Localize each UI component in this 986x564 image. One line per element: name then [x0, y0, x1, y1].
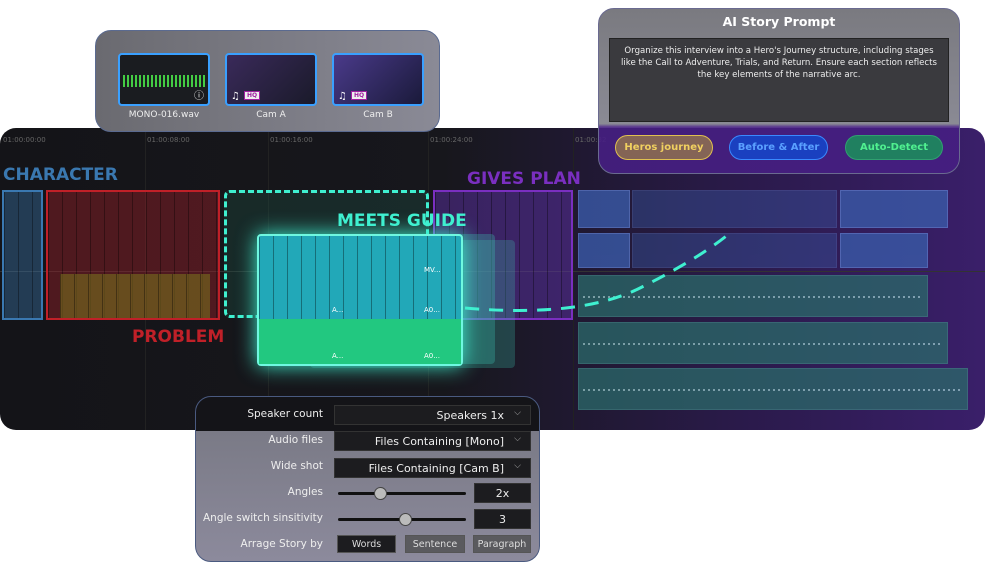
chevron-down-icon: ⌵: [514, 434, 521, 444]
select-value: Files Containing [Cam B]: [368, 462, 504, 475]
prompt-textarea[interactable]: Organize this interview into a Hero's Jo…: [609, 38, 949, 122]
auto-detect-button[interactable]: Auto-Detect: [845, 135, 943, 160]
arrange-words-button[interactable]: Words: [337, 535, 396, 553]
media-name: MONO-016.wav: [128, 110, 200, 120]
speaker-count-label: Speaker count: [247, 408, 323, 420]
music-note-icon: ♫: [338, 91, 347, 102]
segment-label-character: CHARACTER: [3, 165, 118, 185]
clip-label: A...: [332, 306, 344, 314]
arrange-sentence-button[interactable]: Sentence: [405, 535, 465, 553]
media-name: Cam B: [363, 110, 393, 120]
drag-path: [464, 231, 731, 312]
video-clip[interactable]: [840, 190, 948, 228]
select-value: Files Containing [Mono]: [374, 435, 504, 448]
waveform: [123, 75, 205, 87]
settings-panel: Speaker count Speakers 1x ⌵ Audio files F…: [195, 396, 540, 562]
segment-label-meets-guide: MEETS GUIDE: [337, 211, 467, 231]
video-clip[interactable]: [840, 233, 928, 268]
select-value: Speakers 1x: [436, 409, 504, 422]
before-after-button[interactable]: Before & After: [729, 135, 828, 160]
hq-badge: HQ: [351, 91, 368, 100]
music-note-icon: ♫: [231, 91, 240, 102]
angles-value[interactable]: 2x: [474, 483, 531, 503]
clip-label: A...: [332, 352, 344, 360]
angles-label: Angles: [287, 486, 323, 498]
ruler-tick: 01:00:00:00: [3, 136, 46, 144]
heros-journey-button[interactable]: Heros journey: [615, 135, 713, 160]
ruler-tick: 01:00:16:00: [270, 136, 313, 144]
segment-label-problem: PROBLEM: [132, 327, 225, 347]
slider-knob[interactable]: [374, 487, 388, 500]
video-clip[interactable]: [632, 190, 837, 228]
media-item-cam-a[interactable]: ♫ HQ: [225, 53, 317, 106]
audio-clip[interactable]: [578, 368, 968, 410]
chevron-down-icon: ⌵: [514, 461, 521, 471]
sensitivity-label: Angle switch sinsitivity: [202, 512, 323, 524]
angles-slider[interactable]: [338, 487, 466, 500]
hq-badge: HQ: [244, 91, 261, 100]
video-clip[interactable]: [578, 190, 630, 228]
media-name: Cam A: [256, 110, 286, 120]
info-icon[interactable]: ⓘ: [194, 87, 204, 102]
speaker-count-select[interactable]: Speakers 1x ⌵: [334, 405, 531, 425]
clip-label: A0...: [424, 352, 440, 360]
wide-shot-select[interactable]: Files Containing [Cam B] ⌵: [334, 458, 531, 478]
ai-story-prompt-panel: AI Story Prompt Organize this interview …: [598, 8, 960, 174]
clip-label: A0...: [424, 306, 440, 314]
sensitivity-slider[interactable]: [338, 513, 466, 526]
media-item-cam-b[interactable]: ♫ HQ: [332, 53, 424, 106]
panel-title: AI Story Prompt: [722, 14, 836, 29]
sensitivity-value[interactable]: 3: [474, 509, 531, 529]
clip-label: MV...: [424, 266, 441, 274]
chevron-down-icon: ⌵: [514, 408, 521, 418]
slider-knob[interactable]: [398, 513, 412, 526]
ruler-tick: 01:00:24:00: [430, 136, 473, 144]
audio-files-label: Audio files: [268, 434, 323, 446]
audio-clip[interactable]: [578, 322, 948, 364]
audio-region: [60, 274, 210, 318]
segment-label-gives-plan: GIVES PLAN: [467, 169, 581, 189]
segment-character[interactable]: [2, 190, 43, 320]
wide-shot-label: Wide shot: [270, 460, 323, 472]
media-item-audio[interactable]: ⓘ: [118, 53, 210, 106]
audio-files-select[interactable]: Files Containing [Mono] ⌵: [334, 431, 531, 451]
ruler-tick: 01:00:08:00: [147, 136, 190, 144]
arrange-label: Arrage Story by: [240, 538, 323, 550]
media-bin: ⓘ MONO-016.wav ♫ HQ Cam A ♫ HQ Cam B: [95, 30, 440, 132]
segment-meets-guide[interactable]: MV... A... A0... A... A0...: [257, 234, 463, 366]
arrange-paragraph-button[interactable]: Paragraph: [473, 535, 531, 553]
